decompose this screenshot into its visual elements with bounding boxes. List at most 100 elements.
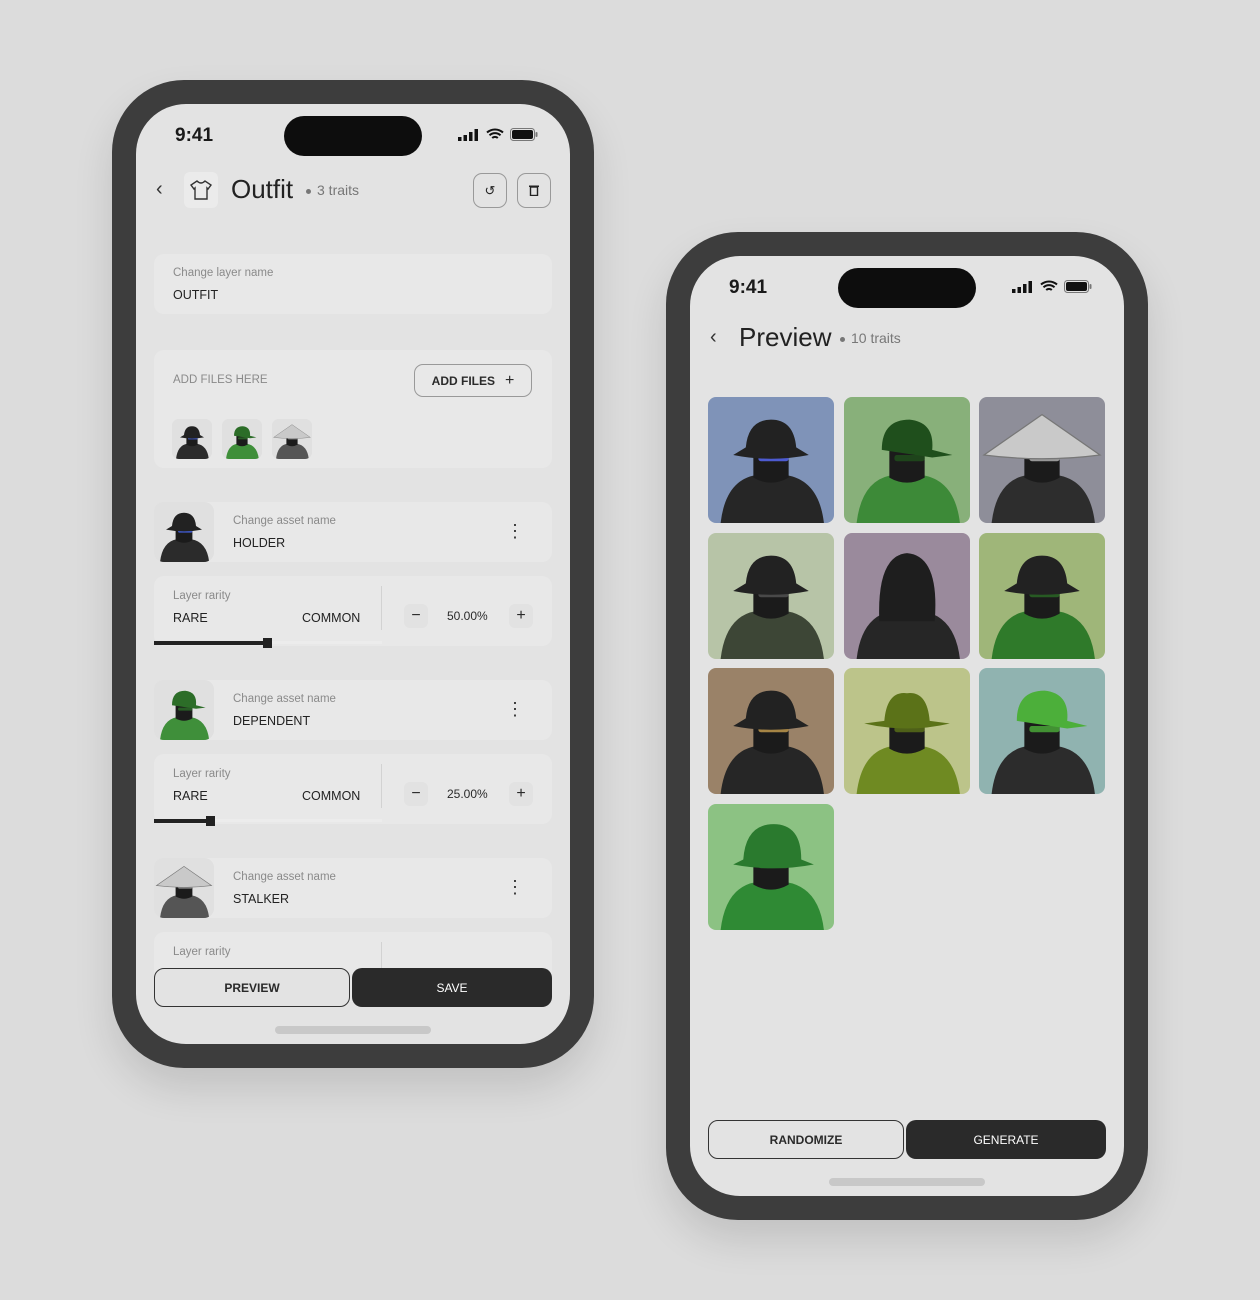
signal-icon <box>458 128 478 141</box>
character-image <box>154 502 214 562</box>
increment-button[interactable]: + <box>509 782 533 806</box>
preview-phone: 9:41 ‹ Preview 10 traits RANDOMIZE GENER… <box>666 232 1148 1220</box>
save-button[interactable]: SAVE <box>352 968 552 1007</box>
preview-tile[interactable] <box>708 668 834 794</box>
character-image <box>222 419 262 459</box>
battery-icon <box>1064 280 1092 293</box>
preview-tile[interactable] <box>979 668 1105 794</box>
generate-button[interactable]: GENERATE <box>906 1120 1106 1159</box>
minus-icon: − <box>411 785 421 802</box>
asset-name-input[interactable]: STALKER <box>233 892 289 906</box>
rare-label: RARE <box>173 611 208 625</box>
layer-name-value[interactable]: OUTFIT <box>173 288 218 302</box>
tshirt-icon <box>190 180 212 200</box>
asset-avatar <box>154 680 214 740</box>
dynamic-island <box>284 116 422 156</box>
more-options-button[interactable]: ⋮ <box>506 878 524 896</box>
asset-name-label: Change asset name <box>233 871 336 883</box>
preview-screen: 9:41 ‹ Preview 10 traits RANDOMIZE GENER… <box>690 256 1124 1196</box>
dynamic-island <box>838 268 976 308</box>
asset-name-input[interactable]: HOLDER <box>233 536 285 550</box>
asset-card: Change asset name HOLDER ⋮ <box>154 502 552 562</box>
file-thumbnail[interactable] <box>222 419 262 459</box>
randomize-button[interactable]: RANDOMIZE <box>708 1120 904 1159</box>
asset-card: Change asset name STALKER ⋮ <box>154 858 552 918</box>
add-files-button[interactable]: ADD FILES + <box>414 364 532 397</box>
trait-count: 3 traits <box>306 182 359 198</box>
layer-name-field[interactable]: Change layer name OUTFIT <box>154 254 552 314</box>
preview-tile[interactable] <box>843 397 970 523</box>
character-image <box>708 668 834 794</box>
editor-screen: 9:41 ‹ Outfit 3 traits ↺ Change layer na… <box>136 104 570 1044</box>
preview-button[interactable]: PREVIEW <box>154 968 350 1007</box>
common-label: COMMON <box>302 789 361 803</box>
delete-button[interactable] <box>517 173 551 208</box>
rarity-percent: 25.00% <box>447 787 488 801</box>
kebab-icon: ⋮ <box>506 699 524 719</box>
preview-tile[interactable] <box>708 532 834 659</box>
preview-tile[interactable] <box>979 397 1105 523</box>
slider-handle[interactable] <box>263 638 272 648</box>
character-image <box>843 532 970 659</box>
page-title: Preview <box>739 322 832 352</box>
asset-name-label: Change asset name <box>233 515 336 527</box>
trash-icon <box>529 185 539 196</box>
character-image <box>979 397 1105 523</box>
character-image <box>272 419 312 459</box>
character-image <box>708 532 834 659</box>
more-options-button[interactable]: ⋮ <box>506 522 524 540</box>
slider-handle[interactable] <box>206 816 215 826</box>
home-indicator <box>275 1026 431 1034</box>
rarity-card: Layer rarity RARE COMMON − 25.00% + <box>154 754 552 826</box>
rarity-label: Layer rarity <box>173 946 231 958</box>
home-indicator <box>829 1178 985 1186</box>
character-image <box>154 680 214 740</box>
asset-card: Change asset name DEPENDENT ⋮ <box>154 680 552 740</box>
layer-name-label: Change layer name <box>173 267 274 279</box>
rarity-card: Layer rarity RARE COMMON − 50.00% + <box>154 576 552 648</box>
character-image <box>843 397 970 523</box>
asset-name-input[interactable]: DEPENDENT <box>233 714 310 728</box>
status-icons <box>1012 280 1092 293</box>
slider-fill <box>154 641 268 645</box>
character-image <box>843 668 970 794</box>
common-label: COMMON <box>302 611 361 625</box>
add-files-dropzone[interactable]: ADD FILES HERE ADD FILES + <box>154 350 552 468</box>
plus-icon: + <box>505 371 515 389</box>
asset-avatar <box>154 502 214 562</box>
preview-tile[interactable] <box>979 532 1105 659</box>
preview-tile[interactable] <box>708 803 834 930</box>
layer-icon-box <box>184 172 218 208</box>
chevron-left-icon: ‹ <box>710 326 717 348</box>
back-button[interactable]: ‹ <box>156 178 163 201</box>
page-title: Outfit <box>231 174 294 204</box>
undo-icon: ↺ <box>484 182 496 198</box>
file-thumbnail[interactable] <box>272 419 312 459</box>
status-time: 9:41 <box>175 125 214 146</box>
rarity-slider[interactable] <box>154 638 382 648</box>
decrement-button[interactable]: − <box>404 782 428 806</box>
character-image <box>708 397 834 523</box>
status-time: 9:41 <box>729 277 768 298</box>
rarity-label: Layer rarity <box>173 590 231 602</box>
rarity-slider[interactable] <box>154 816 382 826</box>
minus-icon: − <box>411 607 421 624</box>
wifi-icon <box>486 128 504 139</box>
divider <box>381 586 382 630</box>
signal-icon <box>1012 280 1032 293</box>
file-thumbnail[interactable] <box>172 419 212 459</box>
increment-button[interactable]: + <box>509 604 533 628</box>
editor-phone: 9:41 ‹ Outfit 3 traits ↺ Change layer na… <box>112 80 594 1068</box>
decrement-button[interactable]: − <box>404 604 428 628</box>
rarity-label: Layer rarity <box>173 768 231 780</box>
undo-button[interactable]: ↺ <box>473 173 507 208</box>
preview-tile[interactable] <box>843 668 970 794</box>
plus-icon: + <box>516 607 526 624</box>
character-image <box>154 858 214 918</box>
preview-tile[interactable] <box>708 397 834 523</box>
back-button[interactable]: ‹ <box>710 326 717 349</box>
preview-tile[interactable] <box>843 532 970 659</box>
add-files-button-label: ADD FILES <box>431 373 495 388</box>
more-options-button[interactable]: ⋮ <box>506 700 524 718</box>
character-image <box>979 668 1105 794</box>
